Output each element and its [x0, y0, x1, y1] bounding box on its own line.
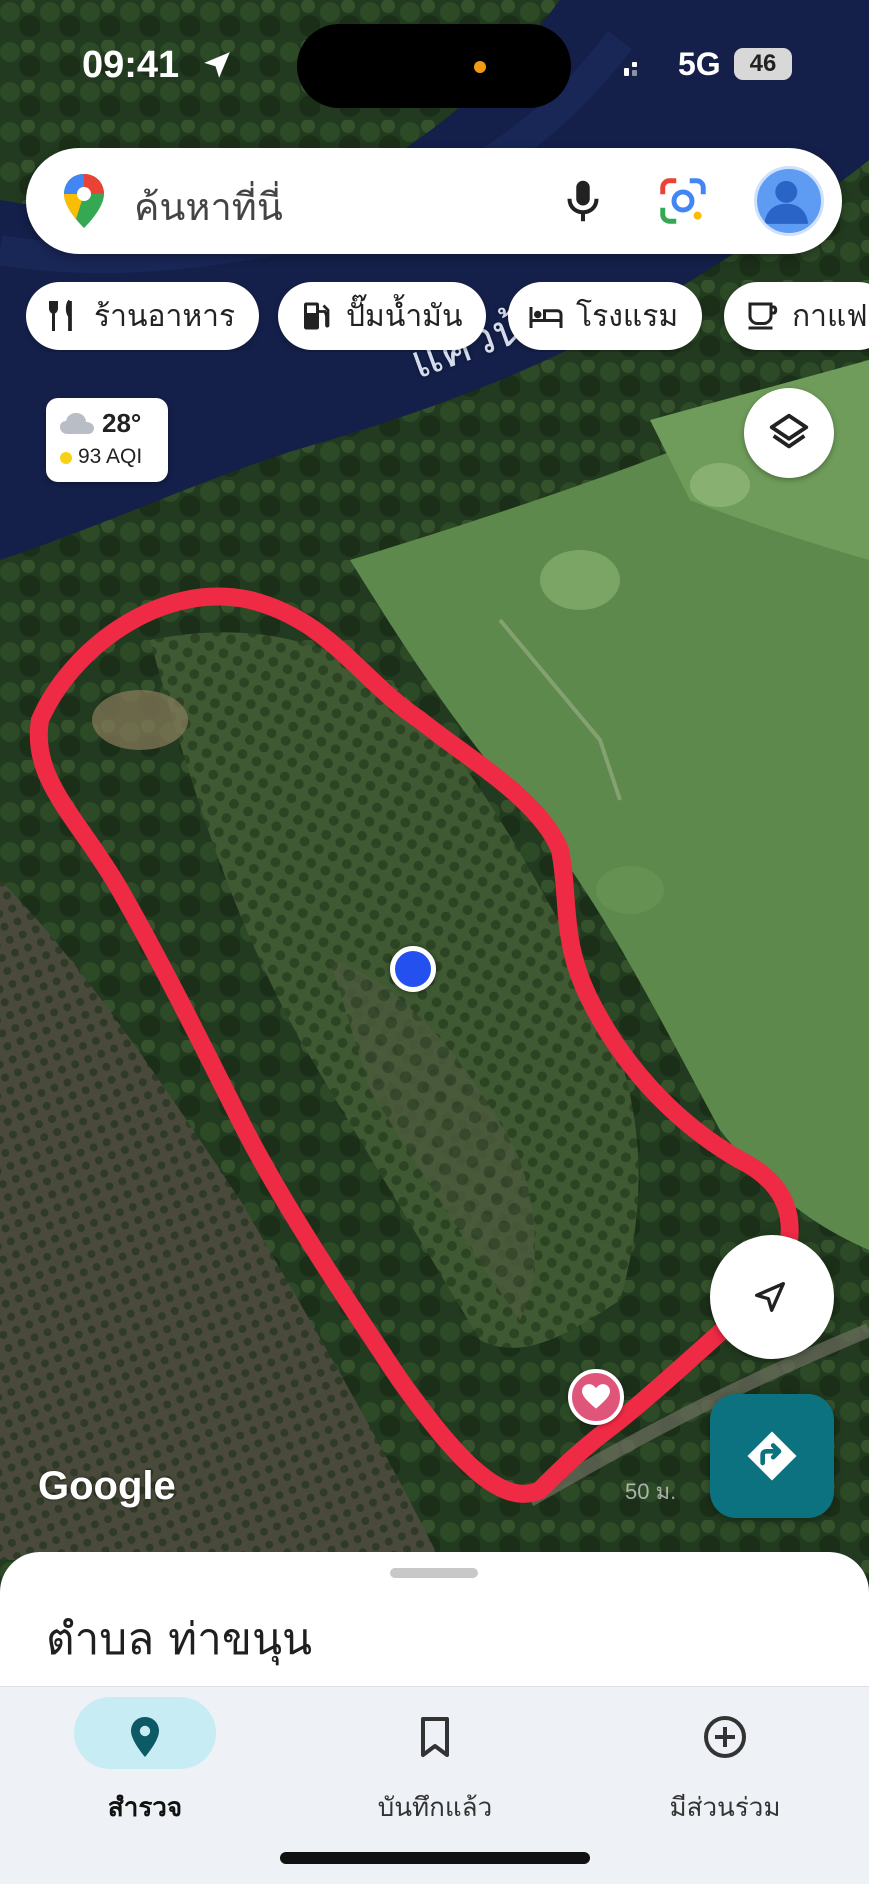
weather-widget[interactable]: 28° 93 AQI: [46, 398, 168, 482]
google-maps-pin-icon: [64, 174, 104, 228]
search-bar[interactable]: ค้นหาที่นี่: [26, 148, 842, 254]
bookmark-icon: [421, 1717, 449, 1757]
tab-label: บันทึกแล้ว: [377, 1793, 493, 1823]
person-icon: [764, 180, 809, 224]
google-lens-icon[interactable]: [656, 174, 710, 228]
tab-contribute[interactable]: มีส่วนร่วม: [580, 1687, 869, 1837]
sheet-drag-handle[interactable]: [390, 1568, 478, 1578]
account-avatar[interactable]: [754, 166, 824, 236]
current-location-dot[interactable]: [390, 946, 436, 992]
aqi-indicator-dot: [60, 452, 72, 464]
recenter-button[interactable]: [710, 1235, 834, 1359]
tab-saved[interactable]: บันทึกแล้ว: [290, 1687, 580, 1837]
home-indicator[interactable]: [280, 1852, 590, 1864]
chip-coffee[interactable]: กาแฟ: [724, 282, 869, 350]
map-scale: 50 ม.: [625, 1479, 677, 1504]
hotel-icon: [529, 307, 563, 328]
chip-hotels[interactable]: โรงแรม: [508, 282, 703, 350]
saved-place-pin[interactable]: [568, 1369, 624, 1425]
microphone-icon[interactable]: [556, 174, 610, 228]
temperature: 28°: [102, 408, 142, 438]
map-layers-button[interactable]: [744, 388, 834, 478]
tab-label: สำรวจ: [107, 1793, 183, 1823]
tab-label: มีส่วนร่วม: [669, 1793, 781, 1823]
navigation-arrow-icon: [755, 1282, 785, 1312]
tab-explore[interactable]: สำรวจ: [0, 1687, 290, 1837]
coffee-icon: [748, 302, 778, 330]
gas-station-icon: [304, 302, 330, 330]
chip-label: กาแฟ: [792, 298, 868, 334]
add-circle-icon: [704, 1716, 746, 1758]
dynamic-island: [297, 24, 571, 108]
directions-button[interactable]: [710, 1394, 834, 1518]
google-attribution: Google: [38, 1464, 176, 1508]
layers-icon: [769, 413, 809, 449]
heart-icon: [582, 1384, 610, 1409]
signal-icon: [624, 62, 637, 76]
chip-label: ร้านอาหาร: [94, 298, 236, 334]
cloud-icon: [60, 413, 94, 434]
restaurant-icon: [49, 299, 72, 331]
location-arrow-icon: [204, 52, 230, 78]
explore-pin-icon: [131, 1717, 159, 1757]
privacy-indicator-dot: [474, 61, 486, 73]
category-chips: ร้านอาหาร ปั๊มน้ำมัน โรงแรม กาแฟ: [26, 282, 869, 352]
chip-gas-stations[interactable]: ปั๊มน้ำมัน: [278, 282, 487, 350]
directions-icon: [747, 1431, 797, 1481]
place-title: ตำบล ท่าขนุน: [46, 1614, 313, 1665]
status-time: 09:41: [82, 44, 180, 86]
status-bar: 09:41 5G 46: [0, 0, 869, 120]
chip-label: ปั๊มน้ำมัน: [346, 298, 463, 334]
chip-label: โรงแรม: [576, 298, 679, 334]
search-input[interactable]: ค้นหาที่นี่: [134, 176, 283, 237]
network-type: 5G: [678, 46, 721, 82]
chip-restaurants[interactable]: ร้านอาหาร: [26, 282, 260, 350]
air-quality-index: 93 AQI: [78, 445, 143, 468]
battery-indicator: 46: [734, 48, 792, 80]
